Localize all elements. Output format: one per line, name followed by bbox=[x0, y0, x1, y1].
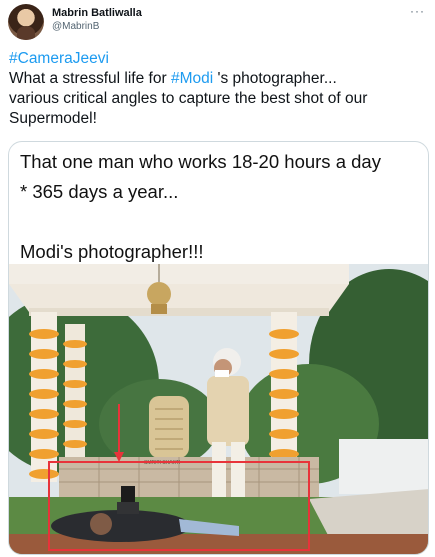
hashtag-link[interactable]: #CameraJeevi bbox=[9, 50, 109, 67]
modi-hashtag-link[interactable]: #Modi bbox=[171, 70, 213, 87]
author-handle[interactable]: @MabrinB bbox=[52, 21, 99, 32]
tweet-line1-post: 's photographer... bbox=[213, 70, 337, 87]
tweet-line1-pre: What a stressful life for bbox=[9, 70, 171, 87]
media-card[interactable]: That one man who works 18-20 hours a day… bbox=[8, 141, 429, 555]
caption-line2: * 365 days a year... bbox=[20, 181, 179, 202]
tweet-photo[interactable]: SMRITI SHAKTI bbox=[9, 264, 428, 554]
more-options-icon[interactable]: ··· bbox=[410, 4, 425, 18]
tweet-line2: various critical angles to capture the b… bbox=[9, 90, 368, 107]
caption-line1: That one man who works 18-20 hours a day bbox=[20, 151, 381, 172]
caption-line3: Modi's photographer!!! bbox=[20, 241, 204, 262]
image-caption: That one man who works 18-20 hours a day… bbox=[20, 147, 420, 267]
tweet-header: Mabrin Batliwalla @MabrinB ··· bbox=[8, 4, 427, 40]
tweet-line3: Supermodel! bbox=[9, 110, 97, 127]
tweet-text: #CameraJeevi What a stressful life for #… bbox=[9, 49, 429, 129]
avatar[interactable] bbox=[8, 4, 44, 40]
author-name[interactable]: Mabrin Batliwalla bbox=[52, 7, 142, 19]
